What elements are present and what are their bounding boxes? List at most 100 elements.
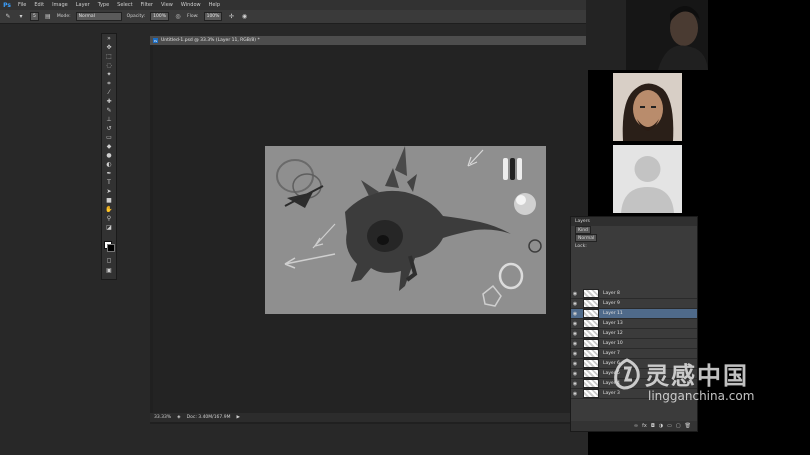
marquee-tool-icon[interactable]: ⬚ [102,52,116,61]
new-group-icon[interactable]: ▭ [667,423,672,429]
visibility-eye-icon[interactable]: ◉ [571,301,579,307]
layer-thumbnail [583,369,599,378]
default-colors-icon[interactable]: ◪ [102,223,116,232]
screen-mode-icon[interactable]: ▣ [102,266,116,275]
visibility-eye-icon[interactable]: ◉ [571,291,579,297]
brush-tool-icon[interactable]: ✎ [4,13,12,21]
brush-size-picker[interactable]: 5 [30,12,39,21]
shape-tool-icon[interactable]: ■ [102,196,116,205]
visibility-eye-icon[interactable]: ◉ [571,381,579,387]
crop-tool-icon[interactable]: ⌗ [102,79,116,88]
creature-sketch [265,146,546,314]
visibility-eye-icon[interactable]: ◉ [571,361,579,367]
visibility-eye-icon[interactable]: ◉ [571,371,579,377]
painting-canvas[interactable] [265,146,546,314]
path-selection-tool-icon[interactable]: ➤ [102,187,116,196]
pressure-size-icon[interactable]: ◉ [240,13,248,21]
link-layers-icon[interactable]: ∞ [634,423,638,429]
menu-bar: Ps File Edit Image Layer Type Select Fil… [0,0,588,10]
menu-image[interactable]: Image [48,2,72,8]
menu-select[interactable]: Select [113,2,136,8]
watermark: 灵感中国 lingganchina.com [612,356,808,412]
layer-row[interactable]: ◉ Layer 8 [571,289,697,299]
photoshop-logo: Ps [3,1,11,9]
status-bar: 33.33% ◈ Doc: 3.40M/167.9M ▶ [150,413,588,422]
layer-thumbnail [583,309,599,318]
pressure-opacity-icon[interactable]: ◎ [174,13,182,21]
brush-panel-icon[interactable]: ▤ [44,13,52,21]
hand-tool-icon[interactable]: ✋ [102,205,116,214]
visibility-eye-icon[interactable]: ◉ [571,331,579,337]
mode-select[interactable]: Normal [75,12,122,21]
background-color-swatch[interactable] [107,244,115,252]
visibility-eye-icon[interactable]: ◉ [571,321,579,327]
add-mask-icon[interactable]: ◘ [651,423,655,429]
participant-avatar-photo[interactable] [613,73,682,141]
dodge-tool-icon[interactable]: ◐ [102,160,116,169]
menu-edit[interactable]: Edit [30,2,48,8]
visibility-eye-icon[interactable]: ◉ [571,391,579,397]
lasso-tool-icon[interactable]: ◌ [102,61,116,70]
menu-filter[interactable]: Filter [137,2,157,8]
layer-row[interactable]: ◉ Layer 13 [571,319,697,329]
flow-input[interactable]: 100% [203,12,223,21]
participant-avatar-placeholder-1[interactable] [613,145,682,213]
type-tool-icon[interactable]: T [102,178,116,187]
zoom-level[interactable]: 33.33% [154,415,171,420]
adjustment-layer-icon[interactable]: ◑ [659,423,663,429]
toolbar-collapse-icon[interactable]: » [102,34,116,43]
document-tab[interactable]: Ps Untitled-1.psd @ 33.3% (Layer 11, RGB… [150,36,588,45]
quick-mask-icon[interactable]: ◻ [102,256,116,265]
brush-preset-dropdown-icon[interactable]: ▾ [17,13,25,21]
options-bar: ✎ ▾ 5 ▤ Mode: Normal Opacity: 100% ◎ Flo… [0,10,588,24]
lock-label: Lock: [575,243,587,249]
layer-row[interactable]: ◉ Layer 10 [571,339,697,349]
healing-brush-tool-icon[interactable]: ✚ [102,97,116,106]
layer-name: Layer 8 [603,291,620,296]
new-layer-icon[interactable]: ▢ [676,423,681,429]
menu-window[interactable]: Window [177,2,205,8]
menu-layer[interactable]: Layer [72,2,94,8]
layer-thumbnail [583,349,599,358]
opacity-input[interactable]: 100% [150,12,170,21]
document-icon: Ps [153,38,158,43]
visibility-eye-icon[interactable]: ◉ [571,341,579,347]
share-icon[interactable]: ◈ [177,415,180,420]
layers-panel-footer: ∞ fx ◘ ◑ ▭ ▢ 🗑 [571,421,697,431]
paint-bucket-tool-icon[interactable]: ◆ [102,142,116,151]
layer-thumbnail [583,389,599,398]
status-menu-arrow-icon[interactable]: ▶ [236,415,239,420]
menu-help[interactable]: Help [205,2,224,8]
visibility-eye-icon[interactable]: ◉ [571,311,579,317]
layer-thumbnail [583,289,599,298]
layer-filter-row: Kind [571,226,697,234]
zoom-tool-icon[interactable]: ⚲ [102,214,116,223]
layer-kind-filter[interactable]: Kind [575,226,591,234]
blend-mode-select[interactable]: Normal [575,234,598,242]
watermark-url: lingganchina.com [648,389,755,403]
menu-view[interactable]: View [157,2,177,8]
pen-tool-icon[interactable]: ✒ [102,169,116,178]
layer-style-icon[interactable]: fx [642,423,647,429]
layer-name: Layer 12 [603,331,623,336]
eyedropper-tool-icon[interactable]: ⁄ [102,88,116,97]
quick-select-tool-icon[interactable]: ✦ [102,70,116,79]
blur-tool-icon[interactable]: ● [102,151,116,160]
clone-stamp-tool-icon[interactable]: ⊥ [102,115,116,124]
menu-type[interactable]: Type [94,2,113,8]
layers-panel-title[interactable]: Layers [571,217,697,226]
layer-row[interactable]: ◉ Layer 12 [571,329,697,339]
history-brush-tool-icon[interactable]: ↺ [102,124,116,133]
visibility-eye-icon[interactable]: ◉ [571,351,579,357]
watermark-chinese-text: 灵感中国 [645,362,749,390]
layer-row-selected[interactable]: ◉ Layer 11 [571,309,697,319]
move-tool-icon[interactable]: ✥ [102,43,116,52]
document-size: Doc: 3.40M/167.9M [186,415,231,420]
delete-layer-icon[interactable]: 🗑 [685,423,691,429]
menu-file[interactable]: File [14,2,30,8]
layer-row[interactable]: ◉ Layer 9 [571,299,697,309]
layer-thumbnail [583,379,599,388]
brush-tool-icon[interactable]: ✎ [102,106,116,115]
eraser-tool-icon[interactable]: ▭ [102,133,116,142]
airbrush-icon[interactable]: ✢ [227,13,235,21]
